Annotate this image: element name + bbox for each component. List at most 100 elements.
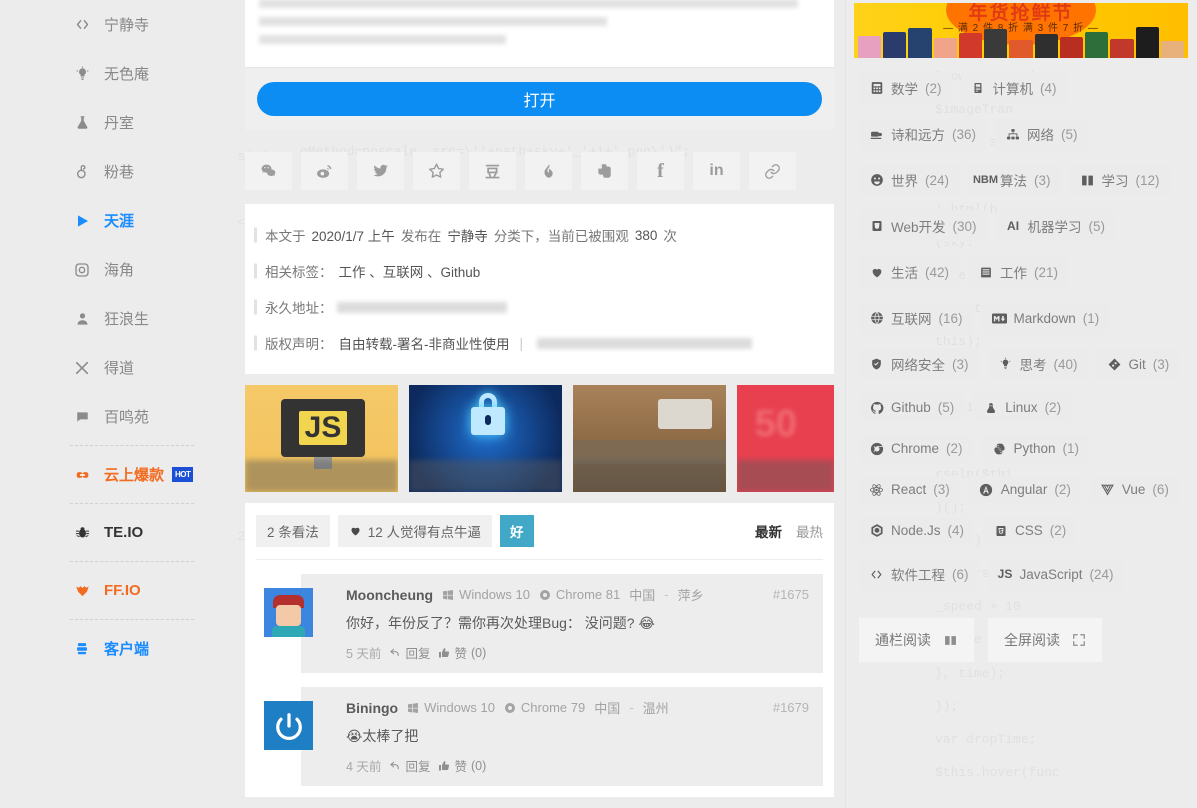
sidebar-item-yunshangbaokuan[interactable]: 云上爆款 HOT: [0, 450, 234, 499]
good-button[interactable]: 好: [500, 515, 534, 547]
tag-vue[interactable]: Vue (6): [1090, 476, 1179, 503]
comment-author[interactable]: Mooncheung: [346, 587, 433, 603]
douban-icon[interactable]: 豆: [469, 152, 516, 190]
reply-button[interactable]: 回复: [389, 643, 430, 662]
sidebar-item-ningjingsi[interactable]: 宁静寺: [0, 0, 234, 49]
facebook-icon[interactable]: f: [637, 152, 684, 190]
sidebar-item-dedao[interactable]: 得道: [0, 343, 234, 392]
comment-os-label: Windows 10: [459, 587, 530, 602]
comment-id: #1679: [773, 700, 809, 715]
fullscreen-reading-button[interactable]: 全屏阅读: [988, 618, 1102, 662]
tag-machine-learning[interactable]: AI 机器学习 (5): [996, 210, 1116, 242]
tag-linux[interactable]: Linux (2): [973, 394, 1071, 421]
tag-poetry[interactable]: 诗和远方 (36): [859, 118, 986, 150]
heart-icon: [349, 525, 362, 537]
published-date: 2020/1/7 上午: [312, 225, 395, 245]
reply-button[interactable]: 回复: [389, 756, 430, 775]
like-label: 赞: [454, 756, 467, 775]
security-lock-thumbnail[interactable]: [409, 385, 562, 492]
tag-world[interactable]: 世界 (24): [859, 164, 959, 196]
tag-work[interactable]: 工作 (21): [968, 256, 1068, 288]
tag-chrome[interactable]: Chrome (2): [859, 435, 973, 462]
tag-markdown[interactable]: Markdown (1): [982, 302, 1110, 334]
sidebar-divider: [70, 561, 194, 562]
ad-banner[interactable]: 年货抢鲜节 — 满 2 件 8 折 满 3 件 7 折 —: [854, 3, 1188, 58]
qzone-star-icon[interactable]: [413, 152, 460, 190]
tag-javascript[interactable]: JS JavaScript (24): [988, 558, 1124, 590]
comments-section: 2 条看法 12 人觉得有点牛逼 好 最新 最热: [245, 503, 834, 797]
weibo-icon[interactable]: [301, 152, 348, 190]
evernote-icon[interactable]: [581, 152, 628, 190]
sidebar-item-tianya[interactable]: 天涯: [0, 196, 234, 245]
link-icon[interactable]: [749, 152, 796, 190]
tag-nodejs[interactable]: Node.Js (4): [859, 517, 974, 544]
truck-road-thumbnail[interactable]: [573, 385, 726, 492]
tag-git[interactable]: Git (3): [1097, 348, 1180, 380]
hot-badge: HOT: [172, 467, 193, 482]
tag-python[interactable]: Python (1): [982, 435, 1090, 462]
tag-label: 软件工程: [891, 564, 945, 584]
open-button[interactable]: 打开: [257, 82, 822, 116]
tag-react[interactable]: React (3): [859, 476, 960, 503]
sidebar-item-baimingyuan[interactable]: 百鸣苑: [0, 392, 234, 441]
tag-study[interactable]: 学习 (12): [1070, 164, 1170, 196]
tieba-icon[interactable]: [525, 152, 572, 190]
sidebar-item-haijiao[interactable]: 海角: [0, 245, 234, 294]
sidebar-divider: [70, 503, 194, 504]
sidebar-item-kuanglangsheng[interactable]: 狂浪生: [0, 294, 234, 343]
comment-browser: Chrome 81: [539, 587, 620, 602]
git-icon: [1107, 357, 1122, 372]
sidebar-item-kehuduan[interactable]: 客户端: [0, 624, 234, 673]
book-icon: [943, 634, 958, 647]
permalink-value-blurred[interactable]: [337, 302, 507, 313]
column-reading-button[interactable]: 通栏阅读: [859, 618, 974, 662]
angular-icon: [979, 482, 994, 497]
tag-life[interactable]: 生活 (42): [859, 256, 959, 288]
wechat-icon[interactable]: [245, 152, 292, 190]
tag-count: (1): [1063, 441, 1080, 456]
tag-webdev[interactable]: Web开发 (30): [859, 210, 987, 242]
sidebar-item-ff-io[interactable]: FF.IO: [0, 566, 234, 615]
twitter-icon[interactable]: [357, 152, 404, 190]
comment-body: Mooncheung Windows 10 Chrome 81 中国 - 萍乡 …: [301, 574, 823, 673]
likes-pill[interactable]: 12 人觉得有点牛逼: [338, 515, 492, 547]
sort-hottest[interactable]: 最热: [796, 521, 823, 541]
windows-icon: [407, 702, 419, 714]
tag-thinking[interactable]: 思考 (40): [988, 348, 1088, 380]
tag-count: (3): [952, 357, 969, 372]
avatar[interactable]: [264, 588, 313, 637]
comment-meta: Biningo Windows 10 Chrome 79 中国 - 温州 #16…: [346, 698, 809, 717]
like-button[interactable]: 赞 (0): [438, 756, 486, 775]
sidebar-item-te-io[interactable]: TE.IO: [0, 508, 234, 557]
red-number-thumbnail[interactable]: 50: [737, 385, 834, 492]
like-count: (0): [471, 759, 486, 773]
like-button[interactable]: 赞 (0): [438, 643, 486, 662]
tag-computer[interactable]: 计算机 (4): [961, 72, 1067, 104]
tag-angular[interactable]: Angular (2): [969, 476, 1081, 503]
sort-newest[interactable]: 最新: [755, 521, 782, 541]
tag-software-engineering[interactable]: 软件工程 (6): [859, 558, 979, 590]
robot-icon: [70, 641, 94, 657]
sidebar-item-danshi[interactable]: 丹室: [0, 98, 234, 147]
tags-value[interactable]: 工作 、互联网 、Github: [339, 261, 481, 281]
javascript-thumbnail[interactable]: JS: [245, 385, 398, 492]
tag-label: 诗和远方: [891, 124, 945, 144]
tag-internet[interactable]: 互联网 (16): [859, 302, 973, 334]
tag-network[interactable]: 网络 (5): [995, 118, 1088, 150]
comment-item: Biningo Windows 10 Chrome 79 中国 - 温州 #16…: [256, 687, 823, 786]
tag-label: React: [891, 482, 926, 497]
python-icon: [992, 441, 1007, 456]
tag-security[interactable]: 网络安全 (3): [859, 348, 979, 380]
linkedin-icon[interactable]: in: [693, 152, 740, 190]
tag-github[interactable]: Github (5): [859, 394, 964, 421]
expand-icon: [1072, 633, 1086, 647]
tag-css[interactable]: CSS (2): [983, 517, 1076, 544]
sidebar-item-wuse-an[interactable]: 无色庵: [0, 49, 234, 98]
category-link[interactable]: 宁静寺: [447, 225, 488, 245]
tag-math[interactable]: 数学 (2): [859, 72, 952, 104]
tag-algorithm[interactable]: NBM 算法 (3): [968, 164, 1061, 196]
tag-label: Markdown: [1014, 311, 1076, 326]
comment-author[interactable]: Biningo: [346, 700, 398, 716]
sidebar-item-fenxiang[interactable]: 粉巷: [0, 147, 234, 196]
avatar[interactable]: [264, 701, 313, 750]
